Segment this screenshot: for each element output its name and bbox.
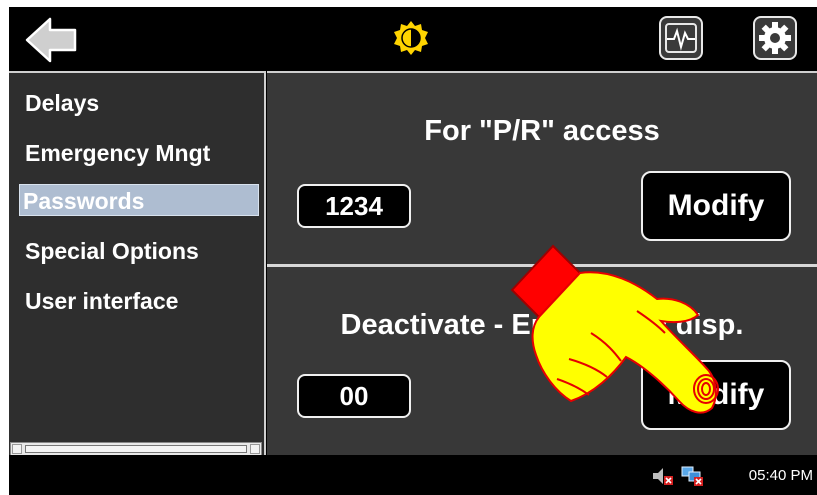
settings-button[interactable] bbox=[753, 16, 797, 60]
sidebar-item-emergency-mngt[interactable]: Emergency Mngt bbox=[22, 137, 262, 169]
modify-button[interactable]: Modify bbox=[641, 171, 791, 241]
sidebar-item-special-options[interactable]: Special Options bbox=[22, 235, 262, 267]
monitor-button[interactable] bbox=[659, 16, 703, 60]
scrollbar-thumb[interactable] bbox=[25, 445, 247, 453]
device-screen: Delays Emergency Mngt Passwords Special … bbox=[9, 7, 817, 495]
sidebar-menu: Delays Emergency Mngt Passwords Special … bbox=[9, 71, 266, 456]
password-value-field[interactable]: 1234 bbox=[297, 184, 411, 228]
status-bar: 05:40 PM bbox=[9, 455, 817, 495]
modify-button[interactable]: Modify bbox=[641, 360, 791, 430]
panel-title: Deactivate - Emergency disp. bbox=[340, 309, 744, 341]
password-value-field[interactable]: 00 bbox=[297, 374, 411, 418]
device-frame: Delays Emergency Mngt Passwords Special … bbox=[0, 0, 817, 495]
top-bar bbox=[9, 7, 817, 71]
sidebar-item-user-interface[interactable]: User interface bbox=[22, 285, 262, 317]
network-disconnected-icon[interactable] bbox=[681, 465, 705, 487]
access-password-panel: For "P/R" access 1234 Modify bbox=[267, 71, 817, 264]
deactivate-emergency-panel: Deactivate - Emergency disp. 00 Modify bbox=[267, 264, 817, 455]
panel-title: For "P/R" access bbox=[424, 115, 660, 147]
sidebar-item-passwords[interactable]: Passwords bbox=[19, 184, 259, 216]
scroll-left-arrow-icon[interactable] bbox=[12, 444, 22, 454]
horizontal-scrollbar[interactable] bbox=[10, 442, 262, 456]
brightness-icon[interactable] bbox=[393, 20, 429, 56]
gear-icon bbox=[759, 22, 791, 54]
scroll-right-arrow-icon[interactable] bbox=[250, 444, 260, 454]
back-arrow-icon bbox=[25, 17, 77, 63]
waveform-monitor-icon bbox=[665, 23, 697, 53]
clock: 05:40 PM bbox=[748, 467, 813, 484]
sidebar-item-delays[interactable]: Delays bbox=[22, 87, 262, 119]
back-button[interactable] bbox=[23, 15, 81, 65]
volume-muted-icon[interactable] bbox=[651, 465, 675, 487]
